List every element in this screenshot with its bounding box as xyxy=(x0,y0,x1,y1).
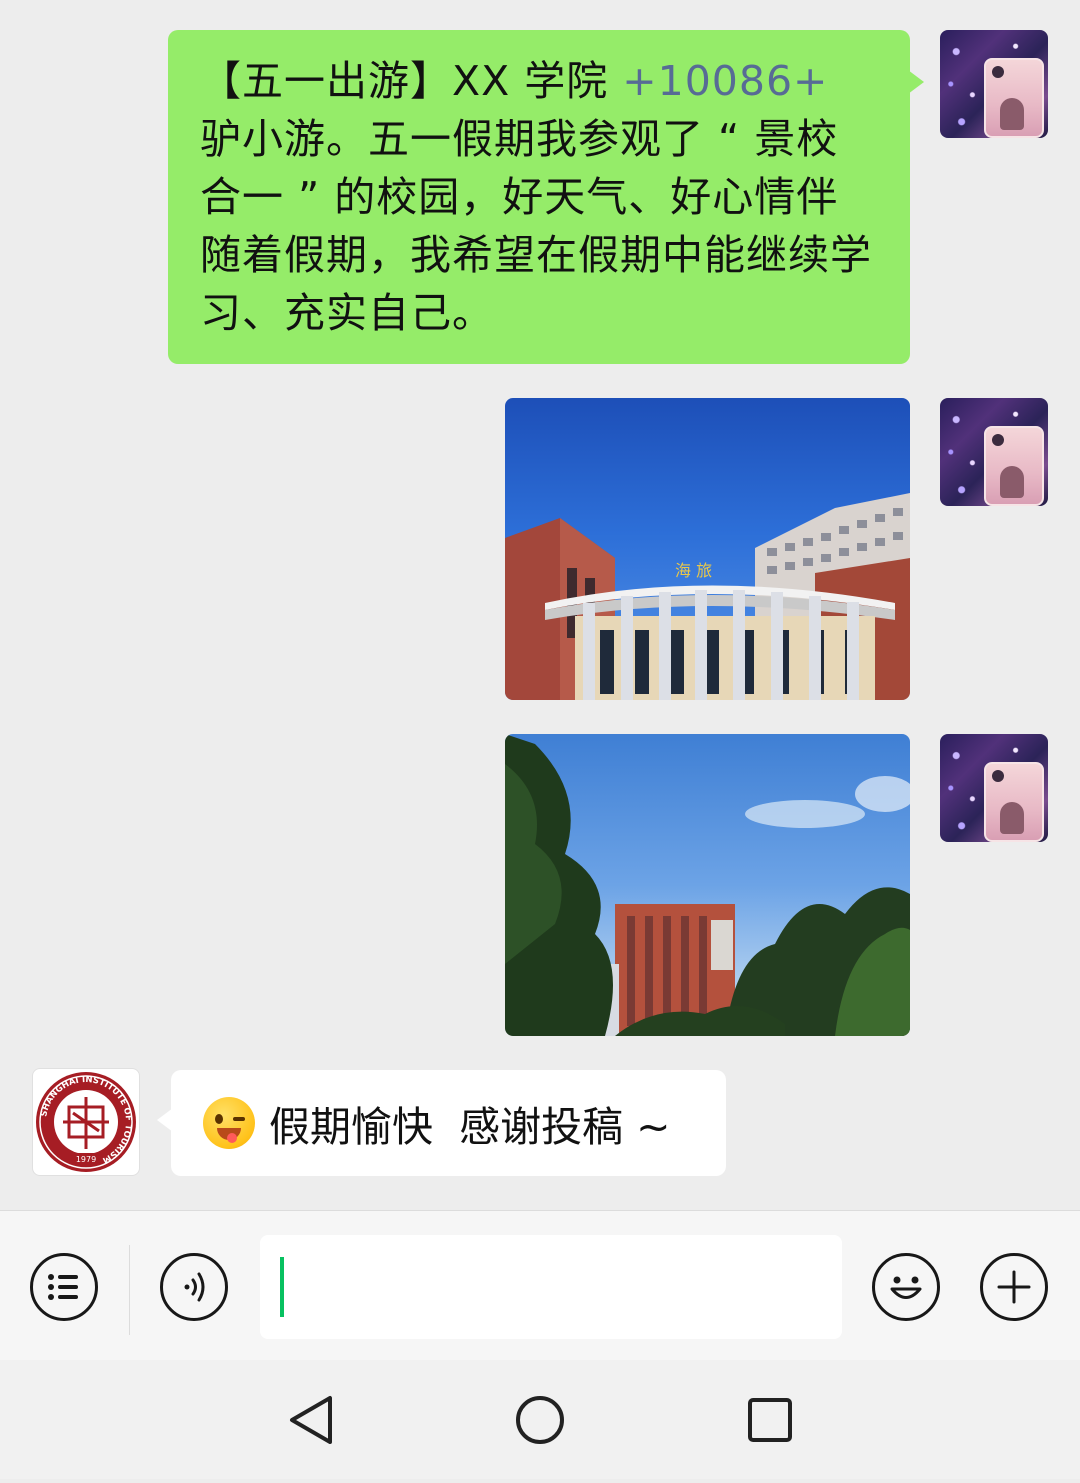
campus-trees-image xyxy=(505,734,910,1036)
circle-home-icon[interactable] xyxy=(516,1396,564,1444)
divider xyxy=(129,1245,130,1335)
user-avatar[interactable] xyxy=(940,30,1048,138)
campus-trees-photo[interactable] xyxy=(505,734,910,1036)
message-bubble-sent[interactable]: 【五一出游】XX 学院 +10086+ 驴小游。五一假期我参观了 “ 景校合一 … xyxy=(168,30,924,364)
school-avatar[interactable]: SHANGHAI INSTITUTE OF TOURISM 1979 xyxy=(32,1068,140,1176)
voice-button[interactable] xyxy=(160,1253,228,1321)
system-navigation-bar xyxy=(0,1360,1080,1479)
message-link[interactable]: +10086+ xyxy=(622,57,828,105)
plus-icon xyxy=(997,1270,1031,1304)
chat-area[interactable]: 【五一出游】XX 学院 +10086+ 驴小游。五一假期我参观了 “ 景校合一 … xyxy=(0,0,1080,1210)
list-menu-icon xyxy=(48,1274,78,1300)
message-input[interactable] xyxy=(260,1235,842,1339)
plus-button[interactable] xyxy=(980,1253,1048,1321)
list-menu-button[interactable] xyxy=(30,1253,98,1321)
school-seal-logo: SHANGHAI INSTITUTE OF TOURISM 1979 xyxy=(36,1072,136,1172)
message-text: 【五一出游】XX 学院 xyxy=(200,57,623,105)
wink-tongue-emoji-icon xyxy=(203,1097,255,1149)
text-caret xyxy=(280,1257,284,1317)
message-text: 驴小游。五一假期我参观了 “ 景校合一 ” 的校园，好天气、好心情伴随着假期，我… xyxy=(200,115,872,337)
square-recents-icon[interactable] xyxy=(748,1398,792,1442)
triangle-back-icon[interactable] xyxy=(290,1396,332,1444)
campus-building-image: 海 旅 xyxy=(505,493,910,700)
user-avatar[interactable] xyxy=(940,398,1048,506)
smiley-icon xyxy=(890,1276,922,1299)
building-sign-text: 海 旅 xyxy=(675,561,712,580)
message-text: 假期愉快 感谢投稿 ~ xyxy=(269,1103,671,1151)
nav-buttons xyxy=(290,1396,792,1444)
input-bar xyxy=(0,1210,1080,1360)
campus-building-photo[interactable]: 海 旅 xyxy=(505,398,910,700)
message-bubble-received[interactable]: 假期愉快 感谢投稿 ~ xyxy=(157,1070,726,1176)
seal-year: 1979 xyxy=(76,1155,96,1164)
emoji-button[interactable] xyxy=(872,1253,940,1321)
voice-icon xyxy=(184,1272,205,1302)
user-avatar[interactable] xyxy=(940,734,1048,842)
